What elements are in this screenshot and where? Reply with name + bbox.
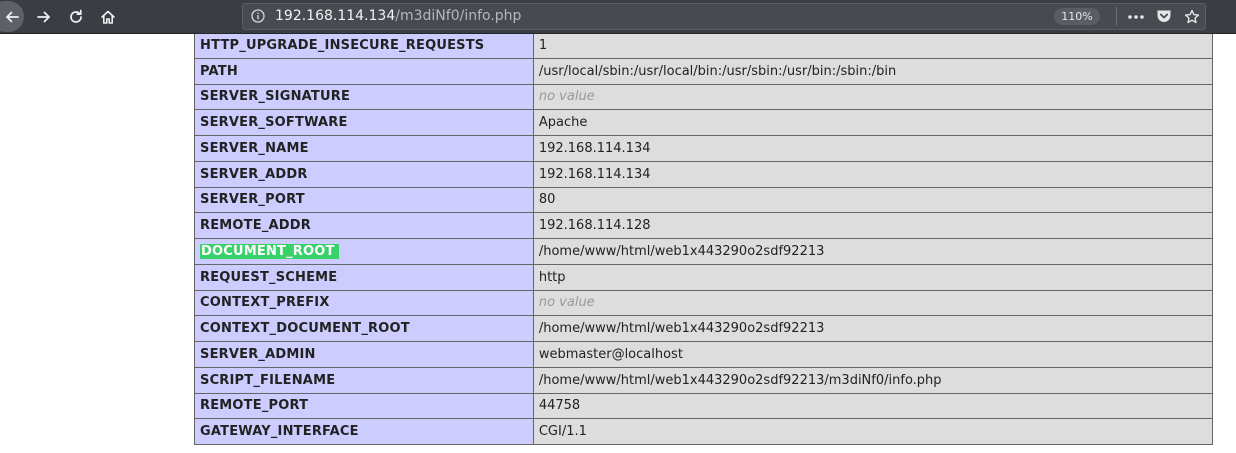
more-icon — [1128, 14, 1144, 19]
pocket-icon — [1157, 10, 1171, 22]
highlighted-variable-name: DOCUMENT_ROOT — [200, 243, 339, 259]
variable-value: 1 — [532, 34, 1214, 59]
variable-name: PATH — [194, 57, 534, 85]
variable-name: SERVER_PORT — [194, 186, 534, 214]
browser-toolbar: 192.168.114.134/m3diNf0/info.php 110% — [0, 0, 1236, 34]
table-row: SERVER_SOFTWARE Apache — [194, 109, 1214, 136]
variable-name: DOCUMENT_ROOT — [194, 238, 534, 265]
variable-value: 44758 — [532, 392, 1214, 420]
url-text[interactable]: 192.168.114.134/m3diNf0/info.php — [275, 8, 521, 25]
forward-icon — [37, 11, 50, 22]
no-value-text: no value — [538, 295, 595, 311]
page-content: HTTP_UPGRADE_INSECURE_REQUESTS 1 PATH /u… — [0, 34, 1236, 453]
home-icon — [101, 10, 115, 24]
variable-value: 80 — [532, 186, 1214, 214]
variable-name: CONTEXT_PREFIX — [194, 289, 534, 317]
pocket-button[interactable] — [1152, 6, 1176, 27]
table-row: REMOTE_PORT 44758 — [194, 392, 1214, 420]
reload-icon — [70, 9, 82, 23]
variable-name: SERVER_SIGNATURE — [194, 83, 534, 111]
info-icon[interactable] — [251, 9, 265, 23]
variable-name: SCRIPT_FILENAME — [194, 366, 534, 394]
variable-name: SERVER_ADMIN — [194, 341, 534, 368]
table-row: SCRIPT_FILENAME /home/www/html/web1x4432… — [194, 366, 1214, 394]
page-actions-button[interactable] — [1124, 6, 1148, 27]
variable-value: 192.168.114.134 — [532, 160, 1214, 188]
variable-value: webmaster@localhost — [532, 341, 1214, 368]
address-bar[interactable]: 192.168.114.134/m3diNf0/info.php 110% — [242, 3, 1206, 30]
variable-value: /home/www/html/web1x443290o2sdf92213/m3d… — [532, 366, 1214, 394]
variable-name: REMOTE_ADDR — [194, 212, 534, 239]
table-row: HTTP_UPGRADE_INSECURE_REQUESTS 1 — [194, 34, 1214, 59]
table-row: DOCUMENT_ROOT /home/www/html/web1x443290… — [194, 238, 1214, 265]
variable-name: HTTP_UPGRADE_INSECURE_REQUESTS — [194, 34, 534, 59]
variable-value: no value — [532, 83, 1214, 111]
bookmark-star-icon — [1184, 9, 1200, 23]
table-row: SERVER_NAME 192.168.114.134 — [194, 135, 1214, 162]
variable-value: 192.168.114.134 — [532, 135, 1214, 162]
variable-name: GATEWAY_INTERFACE — [194, 418, 534, 445]
table-row: CONTEXT_DOCUMENT_ROOT /home/www/html/web… — [194, 315, 1214, 342]
zoom-indicator[interactable]: 110% — [1054, 8, 1100, 25]
home-button[interactable] — [92, 0, 124, 33]
table-row: GATEWAY_INTERFACE CGI/1.1 — [194, 418, 1214, 445]
variable-value: http — [532, 263, 1214, 291]
url-path: /m3diNf0/info.php — [395, 8, 522, 24]
table-row: PATH /usr/local/sbin:/usr/local/bin:/usr… — [194, 57, 1214, 85]
table-row: REMOTE_ADDR 192.168.114.128 — [194, 212, 1214, 239]
variable-value: /home/www/html/web1x443290o2sdf92213 — [532, 238, 1214, 265]
variable-name: SERVER_NAME — [194, 135, 534, 162]
variable-name: SERVER_ADDR — [194, 160, 534, 188]
forward-button[interactable] — [28, 0, 60, 33]
table-row: CONTEXT_PREFIX no value — [194, 289, 1214, 317]
url-host: 192.168.114.134 — [275, 8, 396, 24]
table-row: SERVER_ADMIN webmaster@localhost — [194, 341, 1214, 368]
variable-name: REQUEST_SCHEME — [194, 263, 534, 291]
table-row: SERVER_PORT 80 — [194, 186, 1214, 214]
phpinfo-table: HTTP_UPGRADE_INSECURE_REQUESTS 1 PATH /u… — [194, 34, 1214, 445]
table-row: SERVER_ADDR 192.168.114.134 — [194, 160, 1214, 188]
bookmark-button[interactable] — [1180, 6, 1204, 27]
back-icon — [6, 11, 19, 22]
variable-value: 192.168.114.128 — [532, 212, 1214, 239]
no-value-text: no value — [538, 89, 595, 105]
table-row: SERVER_SIGNATURE no value — [194, 83, 1214, 111]
variable-name: REMOTE_PORT — [194, 392, 534, 420]
table-row: REQUEST_SCHEME http — [194, 263, 1214, 291]
variable-value: Apache — [532, 109, 1214, 136]
variable-value: CGI/1.1 — [532, 418, 1214, 445]
reload-button[interactable] — [60, 0, 92, 33]
variable-value: no value — [532, 289, 1214, 317]
url-separator — [1116, 7, 1117, 26]
variable-name: SERVER_SOFTWARE — [194, 109, 534, 136]
variable-value: /usr/local/sbin:/usr/local/bin:/usr/sbin… — [532, 57, 1214, 85]
variable-name: CONTEXT_DOCUMENT_ROOT — [194, 315, 534, 342]
variable-value: /home/www/html/web1x443290o2sdf92213 — [532, 315, 1214, 342]
